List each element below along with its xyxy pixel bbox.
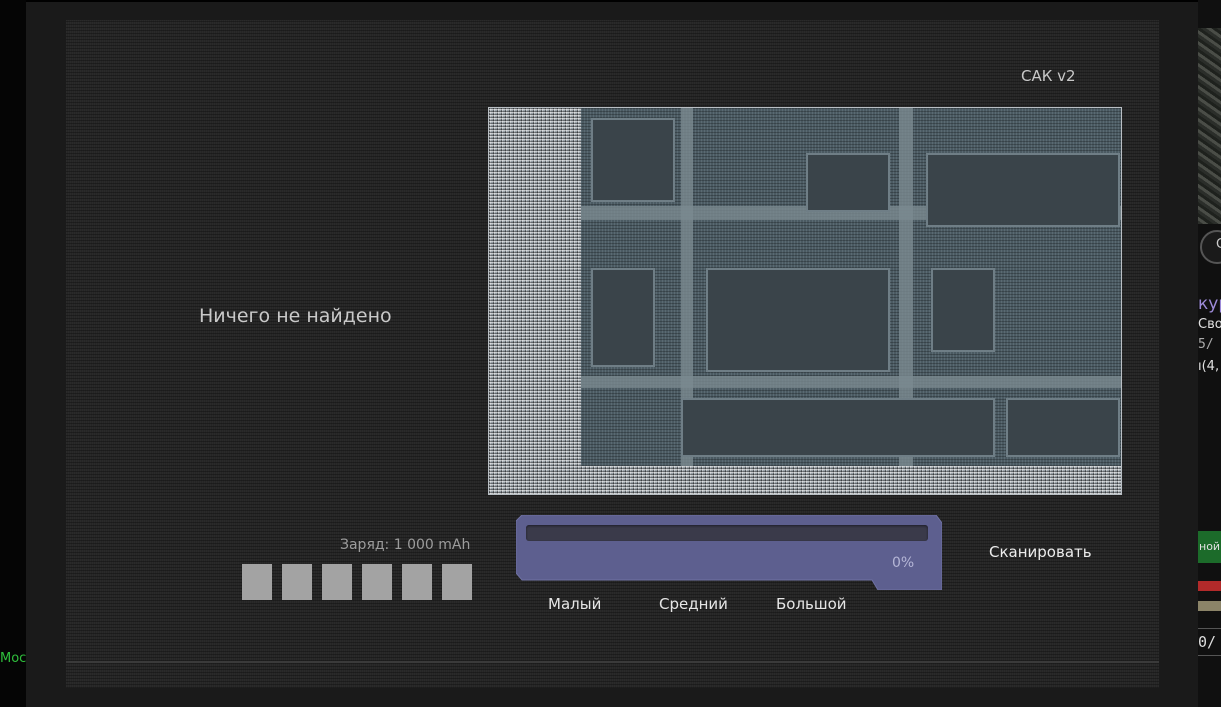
aerial-map-image xyxy=(581,108,1121,466)
bg-value-box: 0/ xyxy=(1198,628,1221,656)
charge-cell xyxy=(402,564,432,600)
bg-text-1: кур xyxy=(1198,294,1221,314)
progress-percent: 0% xyxy=(892,555,915,571)
scanner-panel: САК v2 Ничего не найдено Заряд: 1 000 mA… xyxy=(66,20,1159,688)
size-option-small[interactable]: Малый xyxy=(548,595,601,613)
bg-tan-bar xyxy=(1198,601,1221,611)
charge-cell xyxy=(322,564,352,600)
minimap-button[interactable]: С xyxy=(1200,230,1221,264)
scan-button[interactable]: Сканировать xyxy=(989,543,1092,561)
scan-progress: 0% xyxy=(516,515,942,590)
charge-indicator xyxy=(242,564,472,600)
scan-status-text: Ничего не найдено xyxy=(199,305,392,327)
minimap-button-label: С xyxy=(1216,237,1221,252)
charge-cell xyxy=(362,564,392,600)
charge-cell xyxy=(242,564,272,600)
size-option-medium[interactable]: Средний xyxy=(659,595,728,613)
minimap-fragment xyxy=(1198,28,1221,224)
device-version-label: САК v2 xyxy=(1021,67,1076,85)
left-edge-strip: Мос xyxy=(0,0,26,707)
left-edge-text: Мос xyxy=(0,651,27,666)
progress-track xyxy=(526,525,928,541)
scan-viewport xyxy=(488,107,1122,495)
bg-text-5: 0/ xyxy=(1198,633,1217,651)
bg-text-2: Сво xyxy=(1198,317,1221,332)
size-option-large[interactable]: Большой xyxy=(776,595,847,613)
scanner-dialog: САК v2 Ничего не найдено Заряд: 1 000 mA… xyxy=(26,2,1198,707)
bg-green-label: ной xyxy=(1199,540,1221,553)
charge-cell xyxy=(282,564,312,600)
bg-red-bar xyxy=(1198,581,1221,591)
background-app-strip: С кур Сво 5/ ı(4, ной 0/ xyxy=(1198,0,1221,707)
bg-text-3: 5/ xyxy=(1198,337,1214,352)
charge-label: Заряд: 1 000 mAh xyxy=(340,537,471,553)
bg-text-4: ı(4, xyxy=(1198,359,1220,374)
charge-cell xyxy=(442,564,472,600)
bg-green-button[interactable]: ной xyxy=(1198,531,1221,563)
bottom-divider xyxy=(66,661,1159,663)
